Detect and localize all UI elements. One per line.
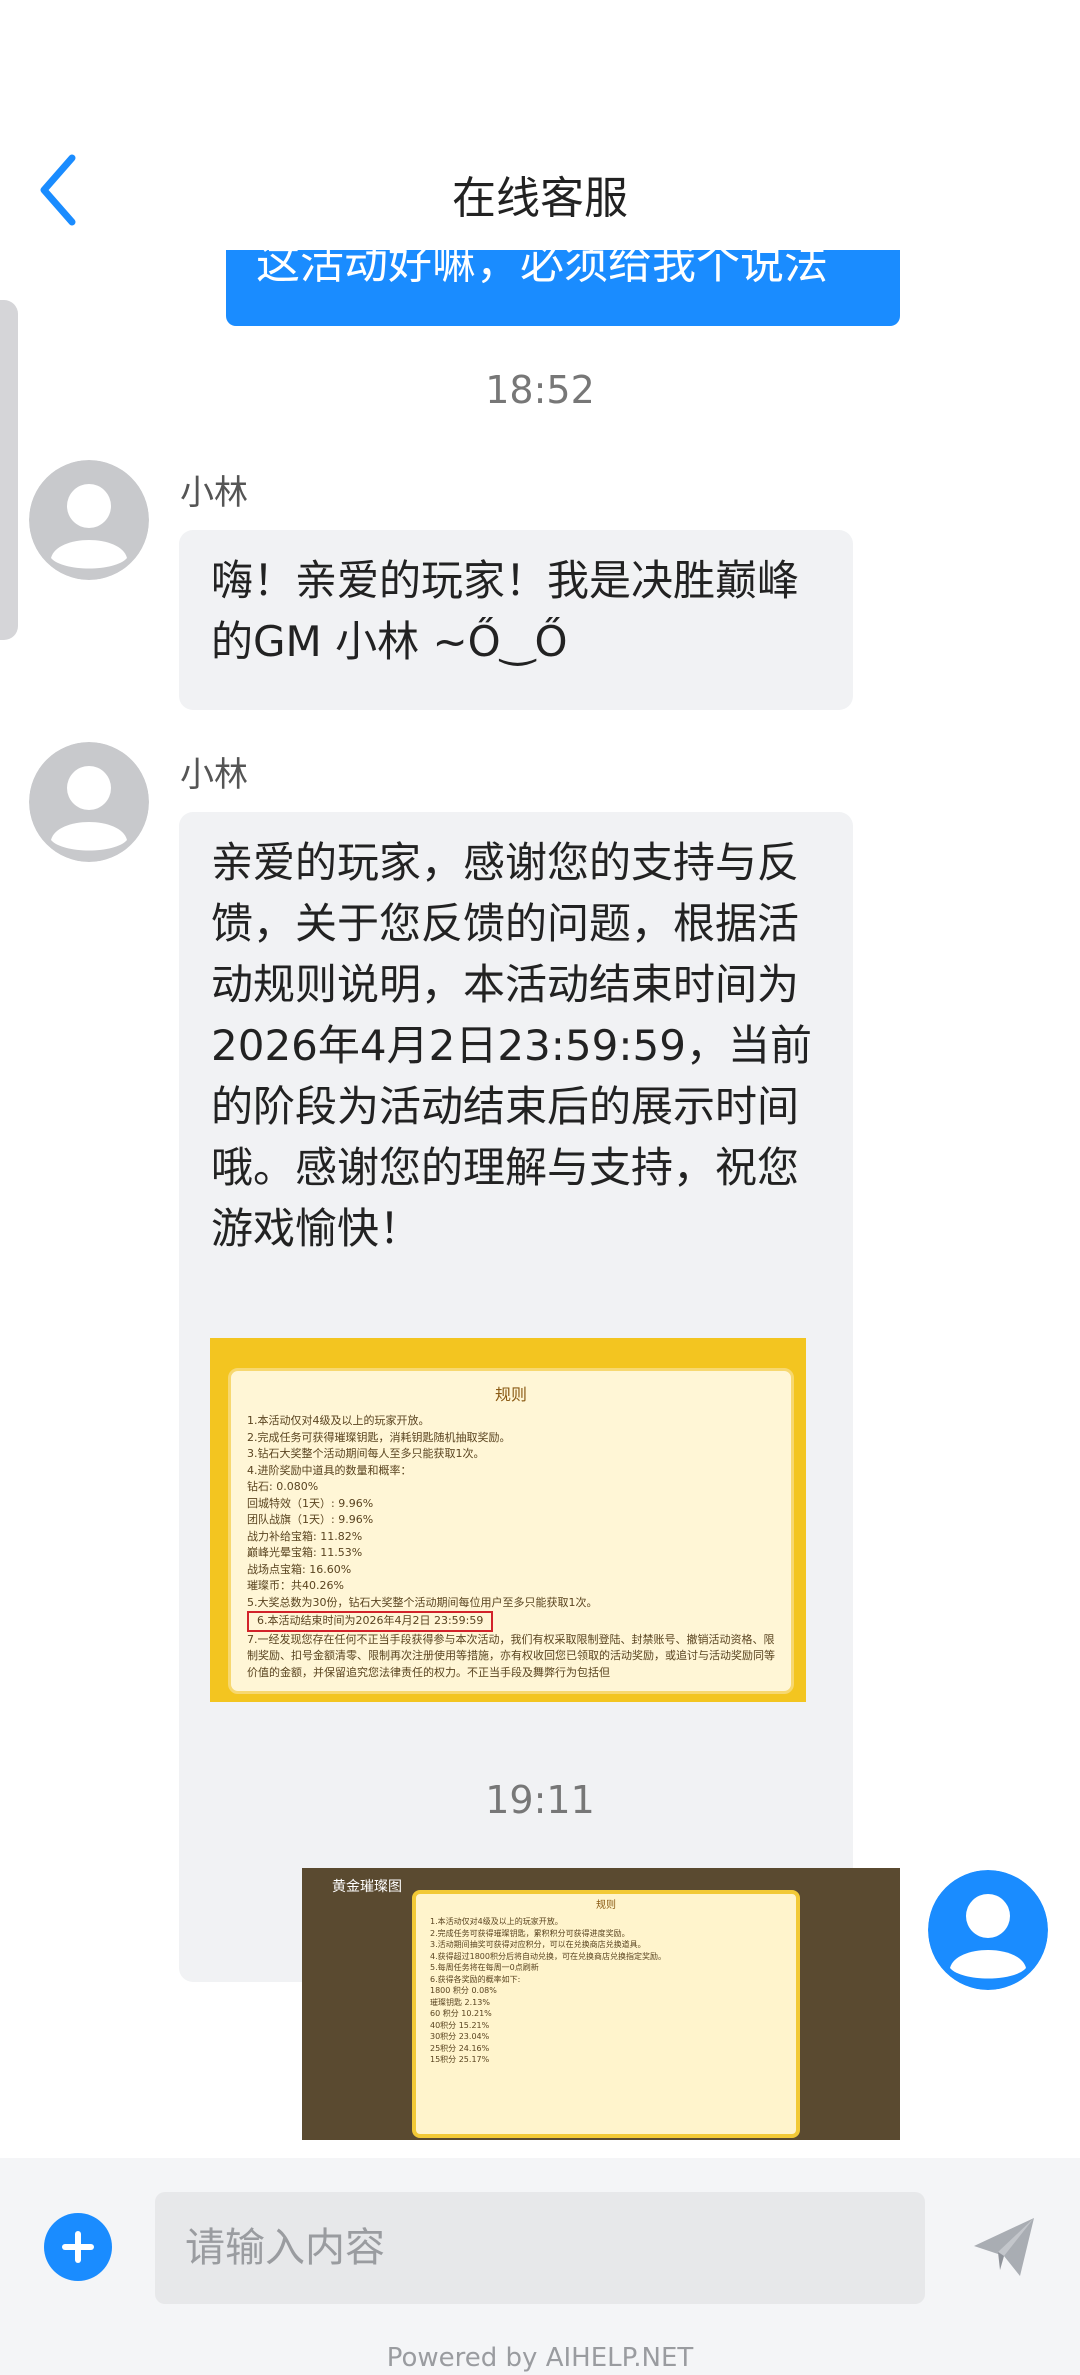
- game-rules-title: 规则: [596, 1900, 616, 1911]
- agent-avatar[interactable]: [29, 742, 149, 862]
- agent-avatar[interactable]: [29, 460, 149, 580]
- page-title: 在线客服: [452, 173, 628, 224]
- agent-name: 小林: [180, 755, 248, 795]
- agent-message-bubble: 嗨！亲爱的玩家！我是决胜巅峰的GM 小林 ~Ő‿Ő: [179, 530, 853, 710]
- agent-message-text: 亲爱的玩家，感谢您的支持与反馈，关于您反馈的问题，根据活动规则说明，本活动结束时…: [211, 838, 812, 1253]
- rules-panel: 规则 1.本活动仅对4级及以上的玩家开放。 2.完成任务可获得璀璨钥匙，消耗钥匙…: [228, 1368, 794, 1694]
- user-silhouette-icon: [29, 742, 149, 862]
- game-rules-lines: 1.本活动仅对4级及以上的玩家开放。 2.完成任务可获得璀璨钥匙，累积积分可获得…: [430, 1917, 666, 2064]
- user-silhouette-icon: [29, 460, 149, 580]
- user-avatar[interactable]: [928, 1870, 1048, 1990]
- message-input[interactable]: [155, 2192, 925, 2304]
- powered-by-label: Powered by AIHELP.NET: [386, 2343, 694, 2373]
- user-silhouette-icon: [928, 1870, 1048, 1990]
- chat-area[interactable]: 这活动好嘛，必须给我个说法 18:52 小林 嗨！亲爱的玩家！我是决胜巅峰的GM…: [0, 250, 1080, 2140]
- game-rules-panel: 规则 1.本活动仅对4级及以上的玩家开放。 2.完成任务可获得璀璨钥匙，累积积分…: [412, 1890, 800, 2138]
- send-icon[interactable]: [970, 2212, 1040, 2282]
- rules-lines: 1.本活动仅对4级及以上的玩家开放。 2.完成任务可获得璀璨钥匙，消耗钥匙随机抽…: [247, 1414, 775, 1679]
- game-title-label: 黄金璀璨图: [332, 1879, 402, 1895]
- highlighted-end-time: 6.本活动结束时间为2026年4月2日 23:59:59: [247, 1611, 494, 1632]
- user-image-message[interactable]: 黄金璀璨图 规则 1.本活动仅对4级及以上的玩家开放。 2.完成任务可获得璀璨钥…: [302, 1868, 900, 2140]
- agent-message-text: 嗨！亲爱的玩家！我是决胜巅峰的GM 小林 ~Ő‿Ő: [211, 556, 800, 666]
- rules-screenshot-image[interactable]: 规则 1.本活动仅对4级及以上的玩家开放。 2.完成任务可获得璀璨钥匙，消耗钥匙…: [210, 1338, 806, 1702]
- rules-title: 规则: [494, 1385, 527, 1404]
- composer-bar: Powered by AIHELP.NET: [0, 2158, 1080, 2375]
- agent-name: 小林: [180, 473, 248, 513]
- header: 在线客服: [0, 140, 1080, 240]
- timestamp: 18:52: [485, 368, 595, 412]
- user-message-text: 这活动好嘛，必须给我个说法: [256, 250, 828, 289]
- timestamp: 19:11: [485, 1778, 595, 1822]
- user-message-bubble: 这活动好嘛，必须给我个说法: [226, 250, 900, 326]
- add-attachment-button[interactable]: [44, 2213, 112, 2281]
